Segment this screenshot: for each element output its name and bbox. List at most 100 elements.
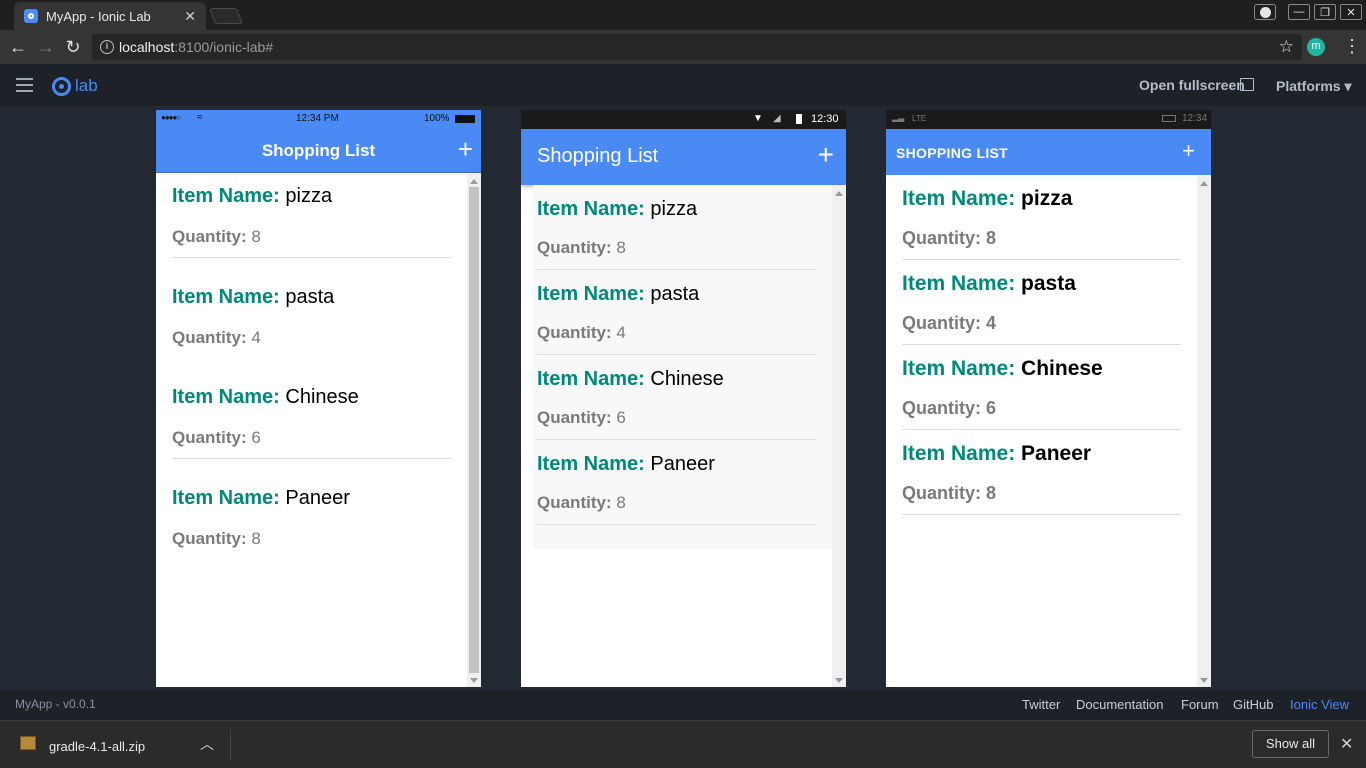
item-divider: [537, 269, 816, 270]
restore-button[interactable]: ❐: [1314, 4, 1336, 20]
site-info-icon[interactable]: i: [100, 40, 114, 54]
scroll-up-arrow-icon[interactable]: [1200, 181, 1208, 186]
item-name-value: pizza: [1021, 187, 1073, 210]
add-item-button[interactable]: +: [1182, 138, 1195, 164]
item-name-label: Item Name:: [172, 386, 280, 408]
hamburger-menu-icon[interactable]: [16, 78, 33, 92]
shelf-divider: [230, 729, 231, 761]
browser-tab[interactable]: MyApp - Ionic Lab ✕: [14, 2, 206, 30]
scroll-down-arrow-icon[interactable]: [470, 678, 478, 683]
quantity-label: Quantity:: [902, 228, 981, 248]
signal-dots-icon: ●●●●○: [161, 113, 181, 122]
scrollbar[interactable]: [1197, 175, 1211, 687]
download-filename[interactable]: gradle-4.1-all.zip: [49, 739, 145, 754]
wifi-icon: ≈: [197, 112, 203, 123]
list-item[interactable]: Item Name: pasta Quantity: 4: [902, 272, 1181, 345]
item-name-value: pasta: [285, 286, 335, 308]
ios-preview: ●●●●○ ≈ 12:34 PM 100% Shopping List + It…: [156, 110, 481, 687]
ionic-view-link[interactable]: Ionic View: [1290, 697, 1349, 712]
item-name-value: pasta: [1021, 272, 1076, 295]
list-item[interactable]: Item Name: pasta Quantity: 4: [172, 286, 451, 358]
quantity-value: 8: [616, 493, 626, 512]
bookmark-star-icon[interactable]: ☆: [1279, 37, 1294, 57]
item-divider: [172, 458, 451, 459]
item-name-label: Item Name:: [902, 442, 1016, 465]
list-item[interactable]: Item Name: Chinese Quantity: 6: [902, 357, 1181, 430]
url-path: :8100/ionic-lab#: [174, 39, 274, 55]
quantity-value: 6: [251, 428, 261, 447]
scroll-down-arrow-icon[interactable]: [835, 678, 843, 683]
list-item[interactable]: Item Name: Chinese Quantity: 6: [537, 368, 816, 440]
twitter-link[interactable]: Twitter: [1022, 697, 1060, 712]
list-item[interactable]: Item Name: pasta Quantity: 4: [537, 283, 816, 355]
minimize-button[interactable]: —: [1288, 4, 1310, 20]
scroll-up-arrow-icon[interactable]: [470, 179, 478, 184]
scroll-thumb[interactable]: [469, 187, 479, 673]
item-name-value: Chinese: [285, 386, 359, 408]
ios-status-bar: ●●●●○ ≈ 12:34 PM 100%: [156, 110, 481, 128]
chevron-up-icon[interactable]: ︿: [200, 734, 214, 754]
list-item[interactable]: Item Name: pizza Quantity: 8: [537, 198, 816, 270]
open-fullscreen-link[interactable]: Open fullscreen: [1139, 77, 1245, 93]
battery-icon: [1162, 115, 1176, 122]
github-link[interactable]: GitHub: [1233, 697, 1273, 712]
archive-file-icon: [20, 736, 36, 750]
url-host: localhost: [119, 39, 175, 55]
ios-time: 12:34 PM: [296, 113, 339, 124]
close-shelf-icon[interactable]: ✕: [1340, 734, 1353, 754]
quantity-value: 8: [986, 228, 997, 248]
list-item[interactable]: Item Name: pizza Quantity: 8: [902, 187, 1181, 260]
browser-titlebar: MyApp - Ionic Lab ✕ — ❐ ✕: [0, 0, 1366, 30]
browser-menu-icon[interactable]: ⋮: [1343, 36, 1361, 56]
tab-close-icon[interactable]: ✕: [184, 8, 196, 25]
reload-icon[interactable]: ↻: [63, 37, 83, 57]
quantity-label: Quantity:: [172, 529, 247, 548]
quantity-label: Quantity:: [537, 323, 612, 342]
quantity-value: 4: [616, 323, 626, 342]
ionic-lab-logo: lab: [52, 76, 98, 96]
quantity-label: Quantity:: [172, 227, 247, 246]
item-divider: [537, 354, 816, 355]
quantity-value: 6: [986, 398, 997, 418]
item-name-label: Item Name:: [537, 368, 645, 390]
documentation-link[interactable]: Documentation: [1076, 697, 1163, 712]
scroll-up-arrow-icon[interactable]: [835, 191, 843, 196]
extension-avatar-icon[interactable]: m: [1307, 38, 1325, 56]
item-name-label: Item Name:: [172, 185, 280, 207]
list-item[interactable]: Item Name: Chinese Quantity: 6: [172, 386, 451, 459]
show-all-button[interactable]: Show all: [1252, 730, 1329, 758]
scrollbar[interactable]: [467, 173, 481, 687]
signal-icon: ▂▃: [892, 113, 905, 122]
forum-link[interactable]: Forum: [1181, 697, 1219, 712]
platforms-dropdown[interactable]: Platforms ▾: [1276, 78, 1352, 95]
item-divider: [902, 429, 1181, 430]
back-arrow-icon[interactable]: ←: [8, 37, 28, 57]
new-tab-button[interactable]: [209, 8, 243, 24]
add-item-button[interactable]: +: [458, 134, 473, 165]
list-item[interactable]: Item Name: pizza Quantity: 8: [172, 185, 451, 258]
ionic-logo-icon: [52, 76, 71, 96]
scrollbar[interactable]: [832, 185, 846, 687]
scroll-down-arrow-icon[interactable]: [1200, 678, 1208, 683]
add-item-button[interactable]: +: [818, 139, 834, 171]
quantity-value: 4: [986, 313, 997, 333]
item-divider: [902, 514, 1181, 515]
address-bar[interactable]: i localhost:8100/ionic-lab# ☆: [92, 34, 1302, 60]
item-divider: [537, 439, 816, 440]
item-name-label: Item Name:: [902, 357, 1016, 380]
item-divider: [172, 257, 451, 258]
external-link-icon[interactable]: [1240, 78, 1254, 91]
list-item[interactable]: Item Name: Paneer Quantity: 8: [902, 442, 1181, 515]
quantity-label: Quantity:: [537, 408, 612, 427]
close-window-button[interactable]: ✕: [1340, 4, 1362, 20]
list-item[interactable]: Item Name: Paneer Quantity: 8: [172, 487, 451, 559]
item-name-value: Chinese: [650, 368, 724, 390]
forward-arrow-icon[interactable]: →: [36, 37, 56, 57]
list-item[interactable]: Item Name: Paneer Quantity: 8: [537, 453, 816, 525]
quantity-label: Quantity:: [537, 238, 612, 257]
quantity-value: 8: [251, 227, 261, 246]
url-text[interactable]: localhost:8100/ionic-lab#: [119, 39, 273, 55]
page-title: Shopping List: [537, 145, 659, 167]
profile-icon[interactable]: [1254, 4, 1276, 20]
network-type: LTE: [912, 114, 927, 123]
